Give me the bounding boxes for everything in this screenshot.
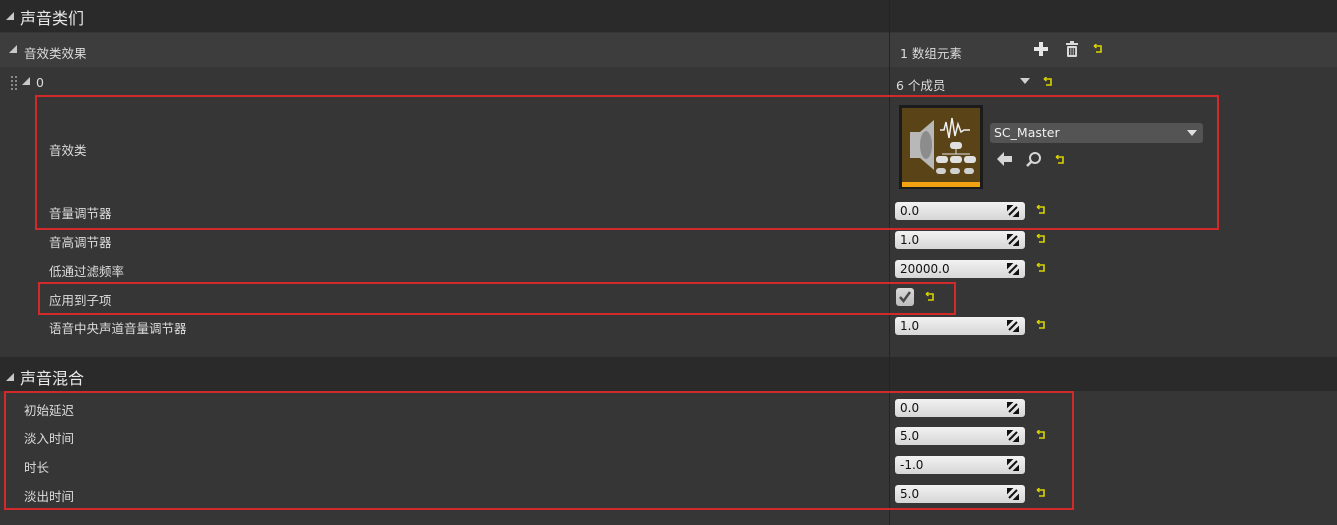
resize-drag-icon[interactable] xyxy=(1007,234,1019,246)
highlight-box xyxy=(38,282,956,315)
collapse-arrow-icon[interactable] xyxy=(6,12,14,20)
value-text: 1.0 xyxy=(900,319,920,333)
add-element-icon[interactable] xyxy=(1034,42,1048,56)
resize-drag-icon[interactable] xyxy=(1007,263,1019,275)
lowpass-frequency-input[interactable]: 20000.0 xyxy=(895,260,1025,278)
collapse-arrow-icon[interactable] xyxy=(6,373,14,381)
section-title: 声音类们 xyxy=(20,9,85,28)
effects-label: 音效类效果 xyxy=(24,46,87,61)
effects-array-header xyxy=(0,33,1337,67)
collapse-arrow-icon[interactable] xyxy=(9,45,17,53)
reset-arrow-icon[interactable] xyxy=(1036,234,1046,244)
value-text: 1.0 xyxy=(900,233,920,247)
sound-class-section-header[interactable] xyxy=(0,0,1337,32)
collapse-arrow-icon[interactable] xyxy=(22,77,30,85)
lowpass-frequency-label: 低通过滤频率 xyxy=(49,264,125,279)
pitch-adjuster-input[interactable]: 1.0 xyxy=(895,231,1025,249)
center-channel-volume-input[interactable]: 1.0 xyxy=(895,317,1025,335)
pitch-adjuster-label: 音高调节器 xyxy=(49,235,112,250)
highlight-box xyxy=(4,391,1074,510)
value-text: 20000.0 xyxy=(900,262,950,276)
resize-drag-icon[interactable] xyxy=(1007,320,1019,332)
reset-arrow-icon[interactable] xyxy=(1036,263,1046,273)
array-index: 0 xyxy=(36,75,44,90)
delete-icon[interactable] xyxy=(1065,41,1079,57)
chevron-down-icon[interactable] xyxy=(1020,78,1030,84)
reset-arrow-icon[interactable] xyxy=(1043,77,1053,87)
reset-arrow-icon[interactable] xyxy=(1036,320,1046,330)
section-title: 声音混合 xyxy=(20,369,85,388)
highlight-box xyxy=(35,95,1219,230)
member-count: 6 个成员 xyxy=(896,78,946,93)
sound-mix-section-header[interactable] xyxy=(0,357,1337,391)
reset-arrow-icon[interactable] xyxy=(1093,44,1103,54)
center-channel-volume-label: 语音中央声道音量调节器 xyxy=(49,321,187,336)
array-count: 1 数组元素 xyxy=(900,46,962,61)
